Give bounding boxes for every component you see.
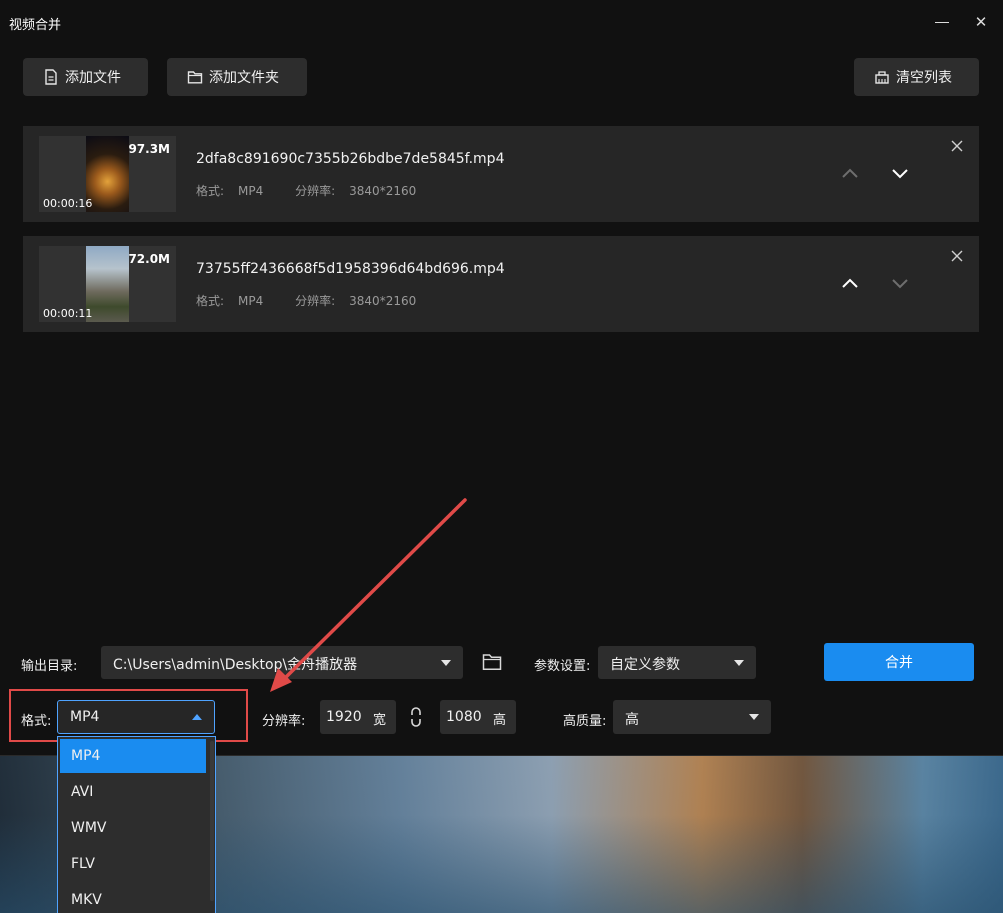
move-down-icon[interactable] [889,162,911,184]
video-thumbnail: 97.3M 00:00:16 [39,136,176,212]
quality-label: 高质量: [563,714,607,729]
width-unit: 宽 [372,713,386,728]
file-resolution: 3840*2160 [349,184,417,198]
file-size: 72.0M [128,252,170,266]
params-label: 参数设置: [534,659,591,674]
move-down-icon[interactable] [889,272,911,294]
resolution-label: 分辨率: [295,184,336,198]
quality-value: 高 [625,712,639,728]
file-name: 73755ff2436668f5d1958396d64bd696.mp4 [196,261,505,277]
file-list-item[interactable]: 72.0M 00:00:11 73755ff2436668f5d1958396d… [23,236,979,332]
folder-icon [187,71,203,84]
file-size: 97.3M [128,142,170,156]
output-dir-value: C:\Users\admin\Desktop\金舟播放器 [113,657,358,673]
add-folder-button[interactable]: 添加文件夹 [167,58,307,96]
file-duration: 00:00:16 [43,197,93,210]
format-option-avi[interactable]: AVI [58,774,215,810]
width-input[interactable]: 1920 宽 [320,700,396,734]
folder-icon[interactable] [482,653,502,671]
format-option-mp4[interactable]: MP4 [60,739,206,773]
merge-button[interactable]: 合并 [824,643,974,681]
chevron-down-icon [441,660,451,666]
video-thumbnail: 72.0M 00:00:11 [39,246,176,322]
height-value: 1080 [446,709,482,725]
add-file-button[interactable]: 添加文件 [23,58,148,96]
chevron-down-icon [749,714,759,720]
close-window-button[interactable]: ✕ [971,12,991,32]
file-meta: 格式: MP4 分辨率: 3840*2160 [196,292,444,309]
format-label: 格式: [196,184,225,198]
params-value: 自定义参数 [610,657,680,673]
thumbnail-image [86,246,129,322]
link-icon[interactable] [409,706,423,728]
format-option-wmv[interactable]: WMV [58,810,215,846]
output-dir-select[interactable]: C:\Users\admin\Desktop\金舟播放器 [101,646,463,679]
format-label: 格式: [196,294,225,308]
window-title: 视频合并 [9,18,62,33]
file-format: MP4 [238,294,264,308]
minimize-button[interactable] [932,12,952,32]
format-option-flv[interactable]: FLV [58,846,215,882]
height-input[interactable]: 1080 高 [440,700,516,734]
file-duration: 00:00:11 [43,307,93,320]
add-folder-label: 添加文件夹 [209,70,279,86]
dropdown-scrollbar[interactable] [210,741,214,901]
file-meta: 格式: MP4 分辨率: 3840*2160 [196,182,444,199]
output-dir-label: 输出目录: [21,659,78,674]
clear-list-button[interactable]: 清空列表 [854,58,979,96]
highlight-box [9,689,248,742]
format-dropdown-list: MP4 AVI WMV FLV MKV [57,736,216,913]
file-resolution: 3840*2160 [349,294,417,308]
params-select[interactable]: 自定义参数 [598,646,756,679]
remove-file-icon[interactable] [949,248,965,264]
broom-icon [875,71,889,84]
resolution-label: 分辨率: [295,294,336,308]
move-up-icon[interactable] [839,272,861,294]
file-format: MP4 [238,184,264,198]
height-unit: 高 [492,713,506,728]
file-icon [45,69,57,85]
app-window: 视频合并 ✕ 添加文件 添加文件夹 清空列表 97.3M 00:00:16 2d… [0,0,1003,755]
move-up-icon[interactable] [839,162,861,184]
format-option-mkv[interactable]: MKV [58,882,215,913]
thumbnail-image [86,136,129,212]
file-name: 2dfa8c891690c7355b26bdbe7de5845f.mp4 [196,151,505,167]
width-value: 1920 [326,709,362,725]
quality-select[interactable]: 高 [613,700,771,734]
resolution-label: 分辨率: [262,714,306,729]
chevron-down-icon [734,660,744,666]
file-list-item[interactable]: 97.3M 00:00:16 2dfa8c891690c7355b26bdbe7… [23,126,979,222]
remove-file-icon[interactable] [949,138,965,154]
add-file-label: 添加文件 [65,70,121,86]
titlebar: 视频合并 ✕ [0,0,1003,44]
clear-list-label: 清空列表 [896,70,952,86]
